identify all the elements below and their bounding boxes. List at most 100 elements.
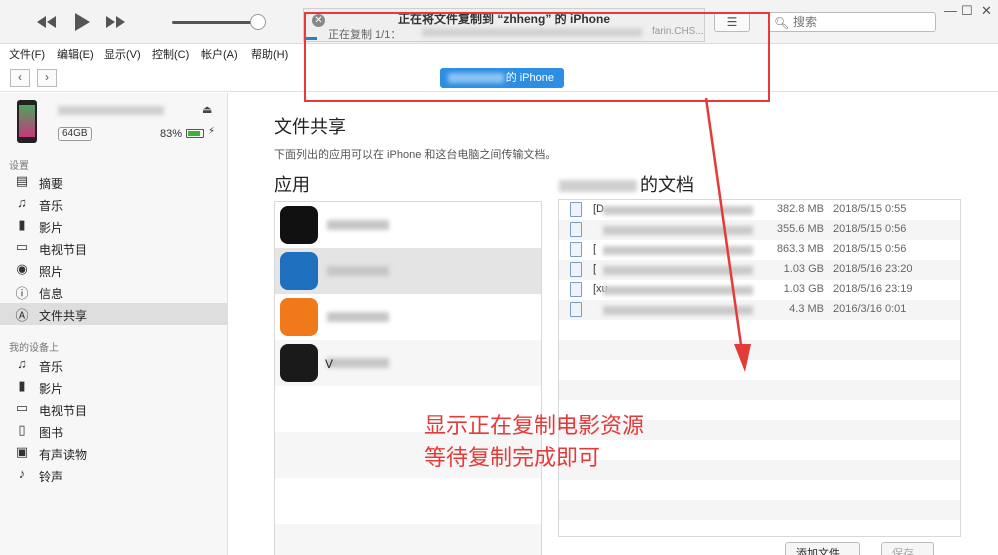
- tv-icon: ▭: [15, 239, 29, 254]
- menu-controls[interactable]: 控制(C): [152, 46, 189, 62]
- document-row[interactable]: 355.6 MB 2018/5/15 0:56: [559, 220, 960, 240]
- document-size: 355.6 MB: [776, 223, 824, 235]
- annotation-line-2: 等待复制完成即可: [424, 445, 601, 470]
- app-row[interactable]: [275, 294, 541, 340]
- app-row[interactable]: [275, 202, 541, 248]
- app-icon: [280, 252, 318, 290]
- document-date: 2018/5/15 0:55: [833, 203, 907, 215]
- status-display: ✕ 正在将文件复制到 “zhheng” 的 iPhone 正在复制 1/1： f…: [303, 8, 705, 42]
- app-name: V: [325, 357, 334, 371]
- sidebar-item[interactable]: ▮ 影片: [0, 376, 228, 398]
- volume-slider[interactable]: [172, 21, 258, 24]
- file-icon: [570, 262, 582, 277]
- app-icon: [280, 344, 318, 382]
- list-view-button[interactable]: ☰: [714, 12, 750, 32]
- file-icon: [570, 282, 582, 297]
- documents-header: 的文档: [559, 171, 694, 197]
- menu-help[interactable]: 帮助(H): [251, 46, 288, 62]
- search-icon: 🔍︎: [774, 16, 790, 30]
- sidebar: ⏏ 64GB 83% ⚡ 设置 ▤ 摘要 ♫ 音乐 ▮ 影片 ▭ 电视节目 ◉ 照片 ⓘ 信息 Ⓐ 文件共…: [0, 93, 228, 555]
- document-row[interactable]: [D 382.8 MB 2018/5/15 0:55: [559, 200, 960, 220]
- file-icon: [570, 302, 582, 317]
- document-row[interactable]: [xu 1.03 GB 2018/5/16 23:19: [559, 280, 960, 300]
- search-input[interactable]: [793, 14, 931, 30]
- navigation-bar: ‹ › 的 iPhone: [0, 64, 998, 92]
- document-row[interactable]: [863.3 MB 2018/5/15 0:56: [559, 240, 960, 260]
- menu-bar: 文件(F) 编辑(E) 显示(V) 控制(C) 帐户(A) 帮助(H): [0, 44, 998, 64]
- sidebar-item[interactable]: ▯ 图书: [0, 420, 228, 442]
- save-button[interactable]: 保存...: [881, 542, 935, 555]
- sidebar-item[interactable]: ⓘ 信息: [0, 281, 228, 303]
- back-button[interactable]: ‹: [10, 69, 30, 87]
- sidebar-item[interactable]: ♪ 铃声: [0, 464, 228, 486]
- forward-button[interactable]: ›: [37, 69, 57, 87]
- sidebar-item[interactable]: ▣ 有声读物: [0, 442, 228, 464]
- app-row[interactable]: [275, 248, 541, 294]
- film-icon: ▮: [18, 217, 26, 232]
- info-icon: ⓘ: [15, 286, 29, 301]
- device-name-redacted: [58, 106, 164, 115]
- sidebar-item[interactable]: ♫ 音乐: [0, 193, 228, 215]
- file-icon: [570, 202, 582, 217]
- app-row[interactable]: V: [275, 340, 541, 386]
- document-name-redacted: [603, 286, 753, 295]
- document-date: 2018/5/16 23:19: [833, 283, 913, 295]
- rewind-button[interactable]: [34, 11, 58, 33]
- sidebar-item-label: 照片: [39, 265, 64, 279]
- settings-header: 设置: [9, 161, 29, 172]
- document-name: [: [593, 263, 597, 275]
- sidebar-item[interactable]: Ⓐ 文件共享: [0, 303, 228, 325]
- document-list: [D 382.8 MB 2018/5/15 0:55 355.6 MB 2018/5/1…: [558, 199, 961, 537]
- app-name-redacted: [327, 220, 389, 230]
- film-icon: ▮: [18, 378, 26, 393]
- sidebar-item[interactable]: ▮ 影片: [0, 215, 228, 237]
- fast-forward-icon: [106, 16, 125, 28]
- rewind-icon: [37, 16, 56, 28]
- audiobook-icon: ▣: [15, 444, 29, 459]
- app-name-redacted: [327, 358, 389, 368]
- music-note-icon: ♫: [17, 356, 27, 371]
- sidebar-item[interactable]: ♫ 音乐: [0, 354, 228, 376]
- volume-knob[interactable]: [250, 14, 266, 30]
- progress-filename-tail: farin.CHS...: [652, 26, 704, 37]
- document-name: [: [593, 243, 597, 255]
- document-name-redacted: [603, 246, 753, 255]
- music-note-icon: ♫: [17, 195, 27, 210]
- document-date: 2018/5/16 23:20: [833, 263, 913, 275]
- tv-icon: ▭: [15, 400, 29, 415]
- document-size: 1.03 GB: [783, 263, 824, 275]
- capacity-badge: 64GB: [58, 127, 92, 141]
- document-row[interactable]: 4.3 MB 2016/3/16 0:01: [559, 300, 960, 320]
- sidebar-item-label: 音乐: [39, 199, 64, 213]
- fast-forward-button[interactable]: [104, 11, 128, 33]
- menu-account[interactable]: 帐户(A): [201, 46, 238, 62]
- close-window-icon[interactable]: ✕: [981, 3, 992, 19]
- search-box[interactable]: 🔍︎: [768, 12, 936, 32]
- menu-file[interactable]: 文件(F): [9, 46, 45, 62]
- page-description: 下面列出的应用可以在 iPhone 和这台电脑之间传输文档。: [274, 149, 557, 161]
- sidebar-item[interactable]: ▭ 电视节目: [0, 237, 228, 259]
- device-button[interactable]: 的 iPhone: [440, 68, 564, 88]
- sidebar-item[interactable]: ▭ 电视节目: [0, 398, 228, 420]
- menu-edit[interactable]: 编辑(E): [57, 46, 94, 62]
- app-name-redacted: [327, 312, 389, 322]
- add-file-button[interactable]: 添加文件...: [785, 542, 861, 555]
- document-row[interactable]: [1.03 GB 2018/5/16 23:20: [559, 260, 960, 280]
- eject-icon[interactable]: ⏏: [202, 103, 212, 116]
- maximize-icon[interactable]: ☐: [961, 3, 973, 19]
- sidebar-item-label: 电视节目: [39, 404, 88, 418]
- document-name-redacted: [603, 306, 753, 315]
- document-date: 2018/5/15 0:56: [833, 243, 907, 255]
- documents-header-suffix: 的文档: [640, 175, 694, 195]
- document-name-redacted: [603, 226, 753, 235]
- play-button[interactable]: [70, 11, 94, 33]
- document-date: 2018/5/15 0:56: [833, 223, 907, 235]
- menu-view[interactable]: 显示(V): [104, 46, 141, 62]
- sidebar-item[interactable]: ◉ 照片: [0, 259, 228, 281]
- sidebar-item-label: 文件共享: [39, 309, 88, 323]
- sidebar-item-label: 影片: [39, 382, 64, 396]
- minimize-icon[interactable]: —: [944, 3, 957, 18]
- chevron-right-icon: ›: [45, 70, 49, 84]
- file-icon: [570, 222, 582, 237]
- sidebar-item[interactable]: ▤ 摘要: [0, 171, 228, 193]
